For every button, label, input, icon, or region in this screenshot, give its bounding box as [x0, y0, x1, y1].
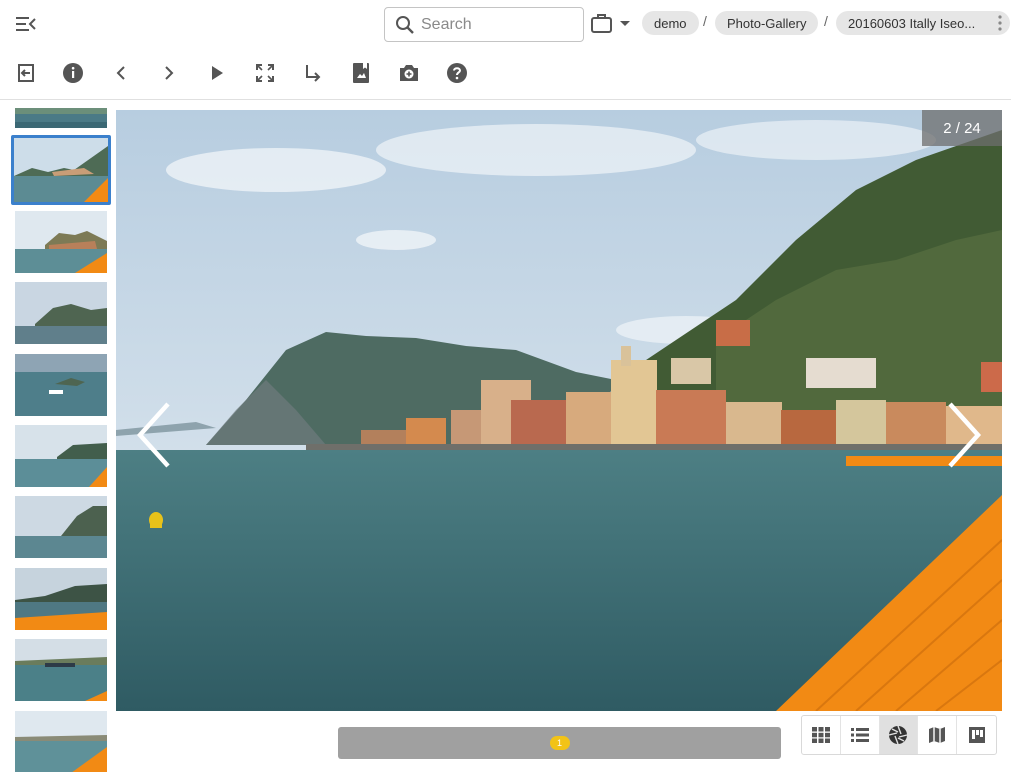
- more-vert-icon[interactable]: [998, 15, 1002, 31]
- breadcrumb-separator: /: [703, 13, 707, 29]
- thumbnail-selected[interactable]: [11, 135, 111, 205]
- page-badge[interactable]: 1: [549, 736, 570, 750]
- grid-view-button[interactable]: [802, 716, 841, 754]
- next-photo-arrow[interactable]: [944, 400, 984, 470]
- thumbnail[interactable]: [15, 425, 107, 487]
- info-icon[interactable]: [60, 60, 86, 86]
- toolbar-divider: [0, 99, 1011, 100]
- list-view-button[interactable]: [841, 716, 880, 754]
- lake-iseo-photo: [116, 110, 1002, 711]
- previous-icon[interactable]: [108, 60, 134, 86]
- map-view-button[interactable]: [918, 716, 958, 754]
- board-view-button[interactable]: [957, 716, 996, 754]
- breadcrumb-album-label: 20160603 Itally Iseo...: [848, 15, 976, 31]
- thumbnail[interactable]: [15, 711, 107, 772]
- next-icon[interactable]: [156, 60, 182, 86]
- search-input[interactable]: [421, 15, 571, 34]
- thumbnail[interactable]: [15, 639, 107, 701]
- viewer-toolbar: [0, 50, 1011, 96]
- exit-icon[interactable]: [13, 60, 39, 86]
- thumbnail[interactable]: [15, 282, 107, 344]
- top-bar: demo / Photo-Gallery / 20160603 Itally I…: [0, 0, 1011, 48]
- breadcrumb-demo[interactable]: demo: [642, 11, 699, 35]
- breadcrumb-album[interactable]: 20160603 Itally Iseo...: [836, 11, 1010, 35]
- help-icon[interactable]: [444, 60, 470, 86]
- thumbnail[interactable]: [15, 568, 107, 630]
- briefcase-menu-button[interactable]: [589, 11, 633, 35]
- photo-view-button[interactable]: [879, 716, 919, 754]
- breadcrumb-separator: /: [824, 13, 828, 29]
- thumbnail[interactable]: [15, 108, 107, 128]
- view-mode-toggle: [801, 715, 997, 755]
- sidebar-toggle-icon[interactable]: [12, 12, 40, 36]
- search-icon: [395, 15, 415, 35]
- fullscreen-icon[interactable]: [252, 60, 278, 86]
- move-icon[interactable]: [300, 60, 326, 86]
- thumbnail-strip[interactable]: [11, 108, 111, 772]
- breadcrumb-photo-gallery[interactable]: Photo-Gallery: [715, 11, 819, 35]
- photo-viewer[interactable]: 2 / 24: [116, 110, 1002, 711]
- list-view-icon: [850, 728, 869, 742]
- map-icon: [929, 727, 946, 743]
- thumbnail[interactable]: [15, 211, 107, 273]
- photo-counter: 2 / 24: [922, 110, 1002, 146]
- pager-bar[interactable]: 1: [338, 727, 781, 759]
- thumbnail[interactable]: [15, 354, 107, 416]
- search-box[interactable]: [384, 7, 584, 42]
- thumbnail[interactable]: [15, 496, 107, 558]
- play-icon[interactable]: [204, 60, 230, 86]
- board-icon: [968, 727, 985, 743]
- bookmark-icon[interactable]: [348, 60, 374, 86]
- previous-photo-arrow[interactable]: [134, 400, 174, 470]
- grid-view-icon: [811, 727, 830, 743]
- add-photo-icon[interactable]: [396, 60, 422, 86]
- aperture-icon: [889, 725, 908, 745]
